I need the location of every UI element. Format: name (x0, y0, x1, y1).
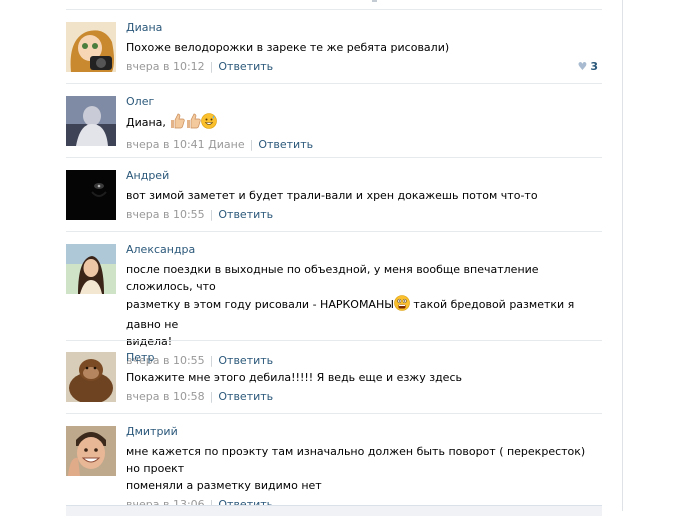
panel-border (622, 0, 623, 511)
comment-author[interactable]: Андрей (126, 169, 602, 183)
like-button[interactable]: ♥ 3 (577, 60, 598, 74)
comment-time[interactable]: вчера в 10:58 (126, 390, 205, 403)
thumbs-up-icon (169, 113, 186, 134)
reply-link[interactable]: Ответить (218, 390, 273, 403)
comment-meta: вчера в 10:58 | Ответить (126, 390, 602, 404)
avatar[interactable] (66, 170, 116, 220)
reply-link[interactable]: Ответить (218, 60, 273, 73)
comment-text-line: поменяли а разметку видимо нет (126, 479, 322, 492)
thumbs-up-icon (185, 113, 202, 134)
reply-to-link[interactable]: Диане (208, 138, 244, 151)
meta-separator: | (249, 138, 254, 151)
comment-text: вот зимой заметет и будет трали-вали и х… (126, 189, 538, 202)
avatar[interactable] (66, 244, 116, 294)
meta-separator: | (209, 60, 214, 73)
top-divider-mark (372, 0, 377, 2)
comment-text: после поездки в выходные по объездной, у… (126, 261, 602, 350)
reply-link[interactable]: Ответить (258, 138, 313, 151)
comment-author[interactable]: Диана (126, 21, 602, 35)
comment-time[interactable]: вчера в 10:41 (126, 138, 205, 151)
comment-text: Похоже велодорожки в зареке те же ребята… (126, 41, 450, 54)
comment-text: Покажите мне этого дебила!!!!! Я ведь ещ… (126, 371, 462, 384)
avatar[interactable] (66, 22, 116, 72)
comment-text: мне кажется по проэкту там изначально до… (126, 443, 602, 494)
comment-text-line: видела! (126, 335, 173, 348)
comment-divider (66, 157, 602, 158)
reply-link[interactable]: Ответить (218, 208, 273, 221)
comment-author[interactable]: Олег (126, 95, 602, 109)
top-divider (66, 9, 602, 10)
comment-text-line: мне кажется по проэкту там изначально до… (126, 445, 586, 475)
comment-text-line: после поездки в выходные по объездной, у… (126, 263, 539, 293)
meta-separator: | (209, 390, 214, 403)
avatar[interactable] (66, 352, 116, 402)
comment-text-content: Диана, (126, 116, 166, 129)
comment-time[interactable]: вчера в 10:12 (126, 60, 205, 73)
comment-divider (66, 413, 602, 414)
comment-meta: вчера в 10:12 | Ответить (126, 60, 602, 74)
comment-meta: вчера в 10:55 | Ответить (126, 208, 602, 222)
comment-divider (66, 83, 602, 84)
avatar[interactable] (66, 96, 116, 146)
heart-icon: ♥ (577, 60, 588, 73)
comment-text-part: разметку в этом году рисовали - НАРКОМАН… (126, 298, 394, 311)
meta-separator: | (209, 208, 214, 221)
comment-meta: вчера в 10:41 Диане | Ответить (126, 138, 602, 152)
avatar[interactable] (66, 426, 116, 476)
comment-divider (66, 231, 602, 232)
comment-author[interactable]: Александра (126, 243, 602, 257)
comment-text-line: разметку в этом году рисовали - НАРКОМАН… (126, 295, 602, 333)
sweat-smile-icon (201, 113, 218, 134)
comment-text: Диана, (126, 113, 602, 134)
comment-author[interactable]: Дмитрий (126, 425, 602, 439)
shocked-face-icon (394, 295, 410, 316)
like-count: 3 (590, 60, 598, 73)
comment-divider (66, 340, 602, 341)
comment-author[interactable]: Петр (126, 351, 602, 365)
comment-time[interactable]: вчера в 10:55 (126, 208, 205, 221)
